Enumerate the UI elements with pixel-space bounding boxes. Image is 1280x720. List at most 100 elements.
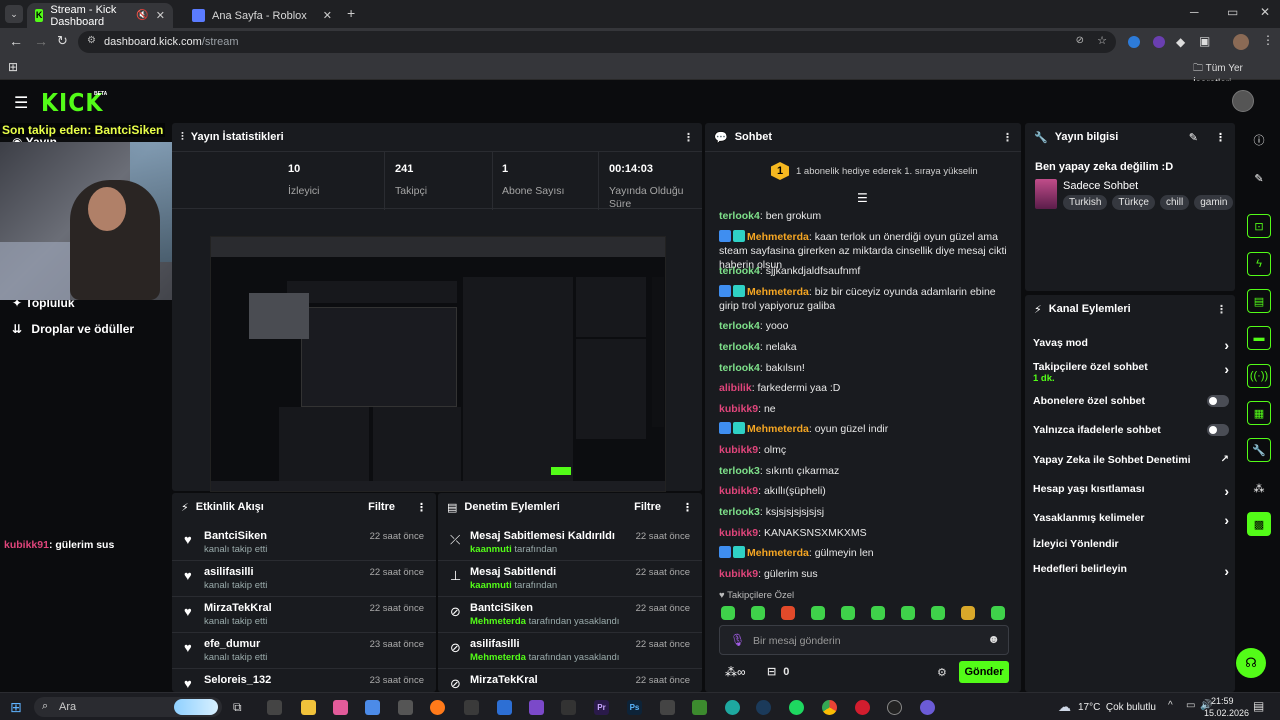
chat-username[interactable]: terlook4: [719, 265, 760, 277]
info-icon[interactable]: ⓘ: [1247, 128, 1271, 152]
tab-close-icon[interactable]: ✕: [156, 9, 165, 22]
tag[interactable]: Turkish: [1063, 195, 1108, 210]
sidebar-item-droplar[interactable]: ⇊ Droplar ve ödüller: [12, 322, 134, 336]
stream-preview[interactable]: [210, 236, 666, 492]
app-icon[interactable]: [267, 700, 282, 715]
minecraft-icon[interactable]: [692, 700, 707, 715]
points-rail-icon[interactable]: ⁂: [1247, 476, 1271, 500]
start-windows-icon[interactable]: ⊞: [10, 699, 22, 716]
moderator-name[interactable]: Mehmeterda: [470, 652, 526, 663]
chat-username[interactable]: kubikk9: [719, 568, 758, 580]
chat-username[interactable]: Mehmeterda: [747, 286, 809, 298]
tab-kick-dashboard[interactable]: K Stream - Kick Dashboard 🔇 ✕: [27, 3, 173, 28]
minimize-icon[interactable]: ─: [1190, 5, 1199, 19]
chat-menu-icon[interactable]: ⋮: [1002, 131, 1013, 144]
tab-roblox[interactable]: Ana Sayfa - Roblox ✕: [184, 3, 340, 28]
clock-time[interactable]: 21:59: [1211, 696, 1234, 706]
wrench-rail-icon[interactable]: 🔧: [1247, 438, 1271, 462]
app-icon[interactable]: [561, 700, 576, 715]
tag[interactable]: gamin: [1194, 195, 1234, 210]
moderation-action[interactable]: BantciSiken: [470, 602, 533, 614]
chat-username[interactable]: Mehmeterda: [747, 231, 809, 243]
followers-only-row[interactable]: Takipçilere özel sohbet 1 dk. ›: [1033, 361, 1229, 384]
url-field[interactable]: ⚙ dashboard.kick.com/stream ⊘ ☆: [78, 31, 1116, 53]
document-rail-icon[interactable]: ▤: [1247, 289, 1271, 313]
account-age-row[interactable]: Hesap yaşı kısıtlaması ›: [1033, 483, 1229, 499]
browser-menu-icon[interactable]: ⋮: [1262, 33, 1274, 47]
opera-icon[interactable]: [855, 700, 870, 715]
app-icon[interactable]: [398, 700, 413, 715]
moderator-name[interactable]: Mehmeterda: [470, 616, 526, 627]
activity-name[interactable]: Seloreis_132: [204, 674, 271, 686]
chat-username[interactable]: terlook4: [719, 210, 760, 222]
tray-chevron-icon[interactable]: ^: [1168, 700, 1173, 711]
premiere-icon[interactable]: Pr: [594, 700, 609, 715]
firefox-icon[interactable]: [430, 700, 445, 715]
gift-leaderboard-banner[interactable]: 1 1 abonelik hediye ederek 1. sıraya yük…: [705, 151, 1021, 189]
tab-close-icon[interactable]: ✕: [323, 9, 332, 22]
chat-username[interactable]: Mehmeterda: [747, 547, 809, 559]
stream-info-menu-icon[interactable]: ⋮: [1215, 131, 1226, 144]
moderation-filter-button[interactable]: Filtre: [634, 501, 661, 513]
clapper-rail-icon[interactable]: ▩: [1247, 512, 1271, 536]
steam-icon[interactable]: [756, 700, 771, 715]
network-icon[interactable]: ▭: [1186, 700, 1195, 711]
restore-icon[interactable]: ▭: [1227, 5, 1238, 19]
app-icon[interactable]: [920, 700, 935, 715]
activity-menu-icon[interactable]: ⋮: [416, 501, 427, 514]
tag[interactable]: chill: [1159, 195, 1190, 210]
weather-text[interactable]: 17°C Çok bulutlu: [1078, 702, 1156, 713]
tag[interactable]: Türkçe: [1112, 195, 1155, 210]
emoji-icon[interactable]: ☻: [987, 632, 1000, 646]
emote-icon[interactable]: [721, 606, 735, 620]
tab-mute-icon[interactable]: 🔇: [136, 10, 148, 21]
chat-username[interactable]: kubikk9: [719, 485, 758, 497]
category-name[interactable]: Sadece Sohbet: [1063, 180, 1138, 192]
chat-username[interactable]: terlook4: [719, 341, 760, 353]
close-window-icon[interactable]: ✕: [1260, 5, 1270, 19]
extensions-puzzle-icon[interactable]: ▣: [1199, 34, 1210, 48]
chat-username[interactable]: kubikk9: [719, 444, 758, 456]
extension-icon[interactable]: [1128, 36, 1140, 48]
support-headset-icon[interactable]: ☊: [1236, 648, 1266, 678]
moderation-action[interactable]: asilifasilli: [470, 638, 520, 650]
app-icon[interactable]: [497, 700, 512, 715]
forward-icon[interactable]: →: [34, 33, 48, 49]
chat-username[interactable]: terlook3: [719, 506, 760, 518]
activity-name[interactable]: BantciSiken: [204, 530, 267, 542]
taskbar-search[interactable]: ⌕ Ara: [34, 697, 222, 717]
notifications-icon[interactable]: ▤: [1253, 699, 1264, 713]
file-explorer-icon[interactable]: [301, 700, 316, 715]
activity-name[interactable]: efe_dumur: [204, 638, 260, 650]
emote-icon[interactable]: [841, 606, 855, 620]
subscribers-only-toggle[interactable]: [1207, 395, 1229, 407]
card-rail-icon[interactable]: ▦: [1247, 401, 1271, 425]
apps-grid-icon[interactable]: ⊞: [8, 60, 18, 74]
app-icon[interactable]: [333, 700, 348, 715]
banned-words-row[interactable]: Yasaklanmış kelimeler ›: [1033, 512, 1229, 528]
camera-blocked-icon[interactable]: ⊘: [1076, 35, 1084, 46]
user-avatar[interactable]: [1232, 90, 1254, 112]
app-icon[interactable]: [725, 700, 740, 715]
microphone-icon[interactable]: 🎙: [730, 633, 745, 647]
chat-username[interactable]: terlook4: [719, 320, 760, 332]
send-button[interactable]: Gönder: [959, 661, 1009, 683]
chat-settings-icon[interactable]: ⚙: [937, 666, 947, 679]
profile-avatar[interactable]: [1233, 34, 1249, 50]
extension-icon[interactable]: [1153, 36, 1165, 48]
edit-pencil-icon[interactable]: ✎: [1189, 131, 1198, 144]
moderation-action[interactable]: MirzaTekKral: [470, 674, 538, 686]
broadcast-rail-icon[interactable]: ((·)): [1247, 364, 1271, 388]
app-icon[interactable]: [529, 700, 544, 715]
chat-username[interactable]: terlook4: [719, 362, 760, 374]
clock-date[interactable]: 15.02.2026: [1204, 708, 1249, 718]
chrome-icon[interactable]: [822, 700, 837, 715]
emote-icon[interactable]: [781, 606, 795, 620]
chat-username[interactable]: kubikk9: [719, 527, 758, 539]
back-icon[interactable]: ←: [9, 33, 23, 49]
app-icon[interactable]: [464, 700, 479, 715]
app-icon[interactable]: [660, 700, 675, 715]
activity-name[interactable]: MirzaTekKral: [204, 602, 272, 614]
goals-row[interactable]: Hedefleri belirleyin ›: [1033, 563, 1229, 579]
moderation-menu-icon[interactable]: ⋮: [682, 501, 693, 514]
